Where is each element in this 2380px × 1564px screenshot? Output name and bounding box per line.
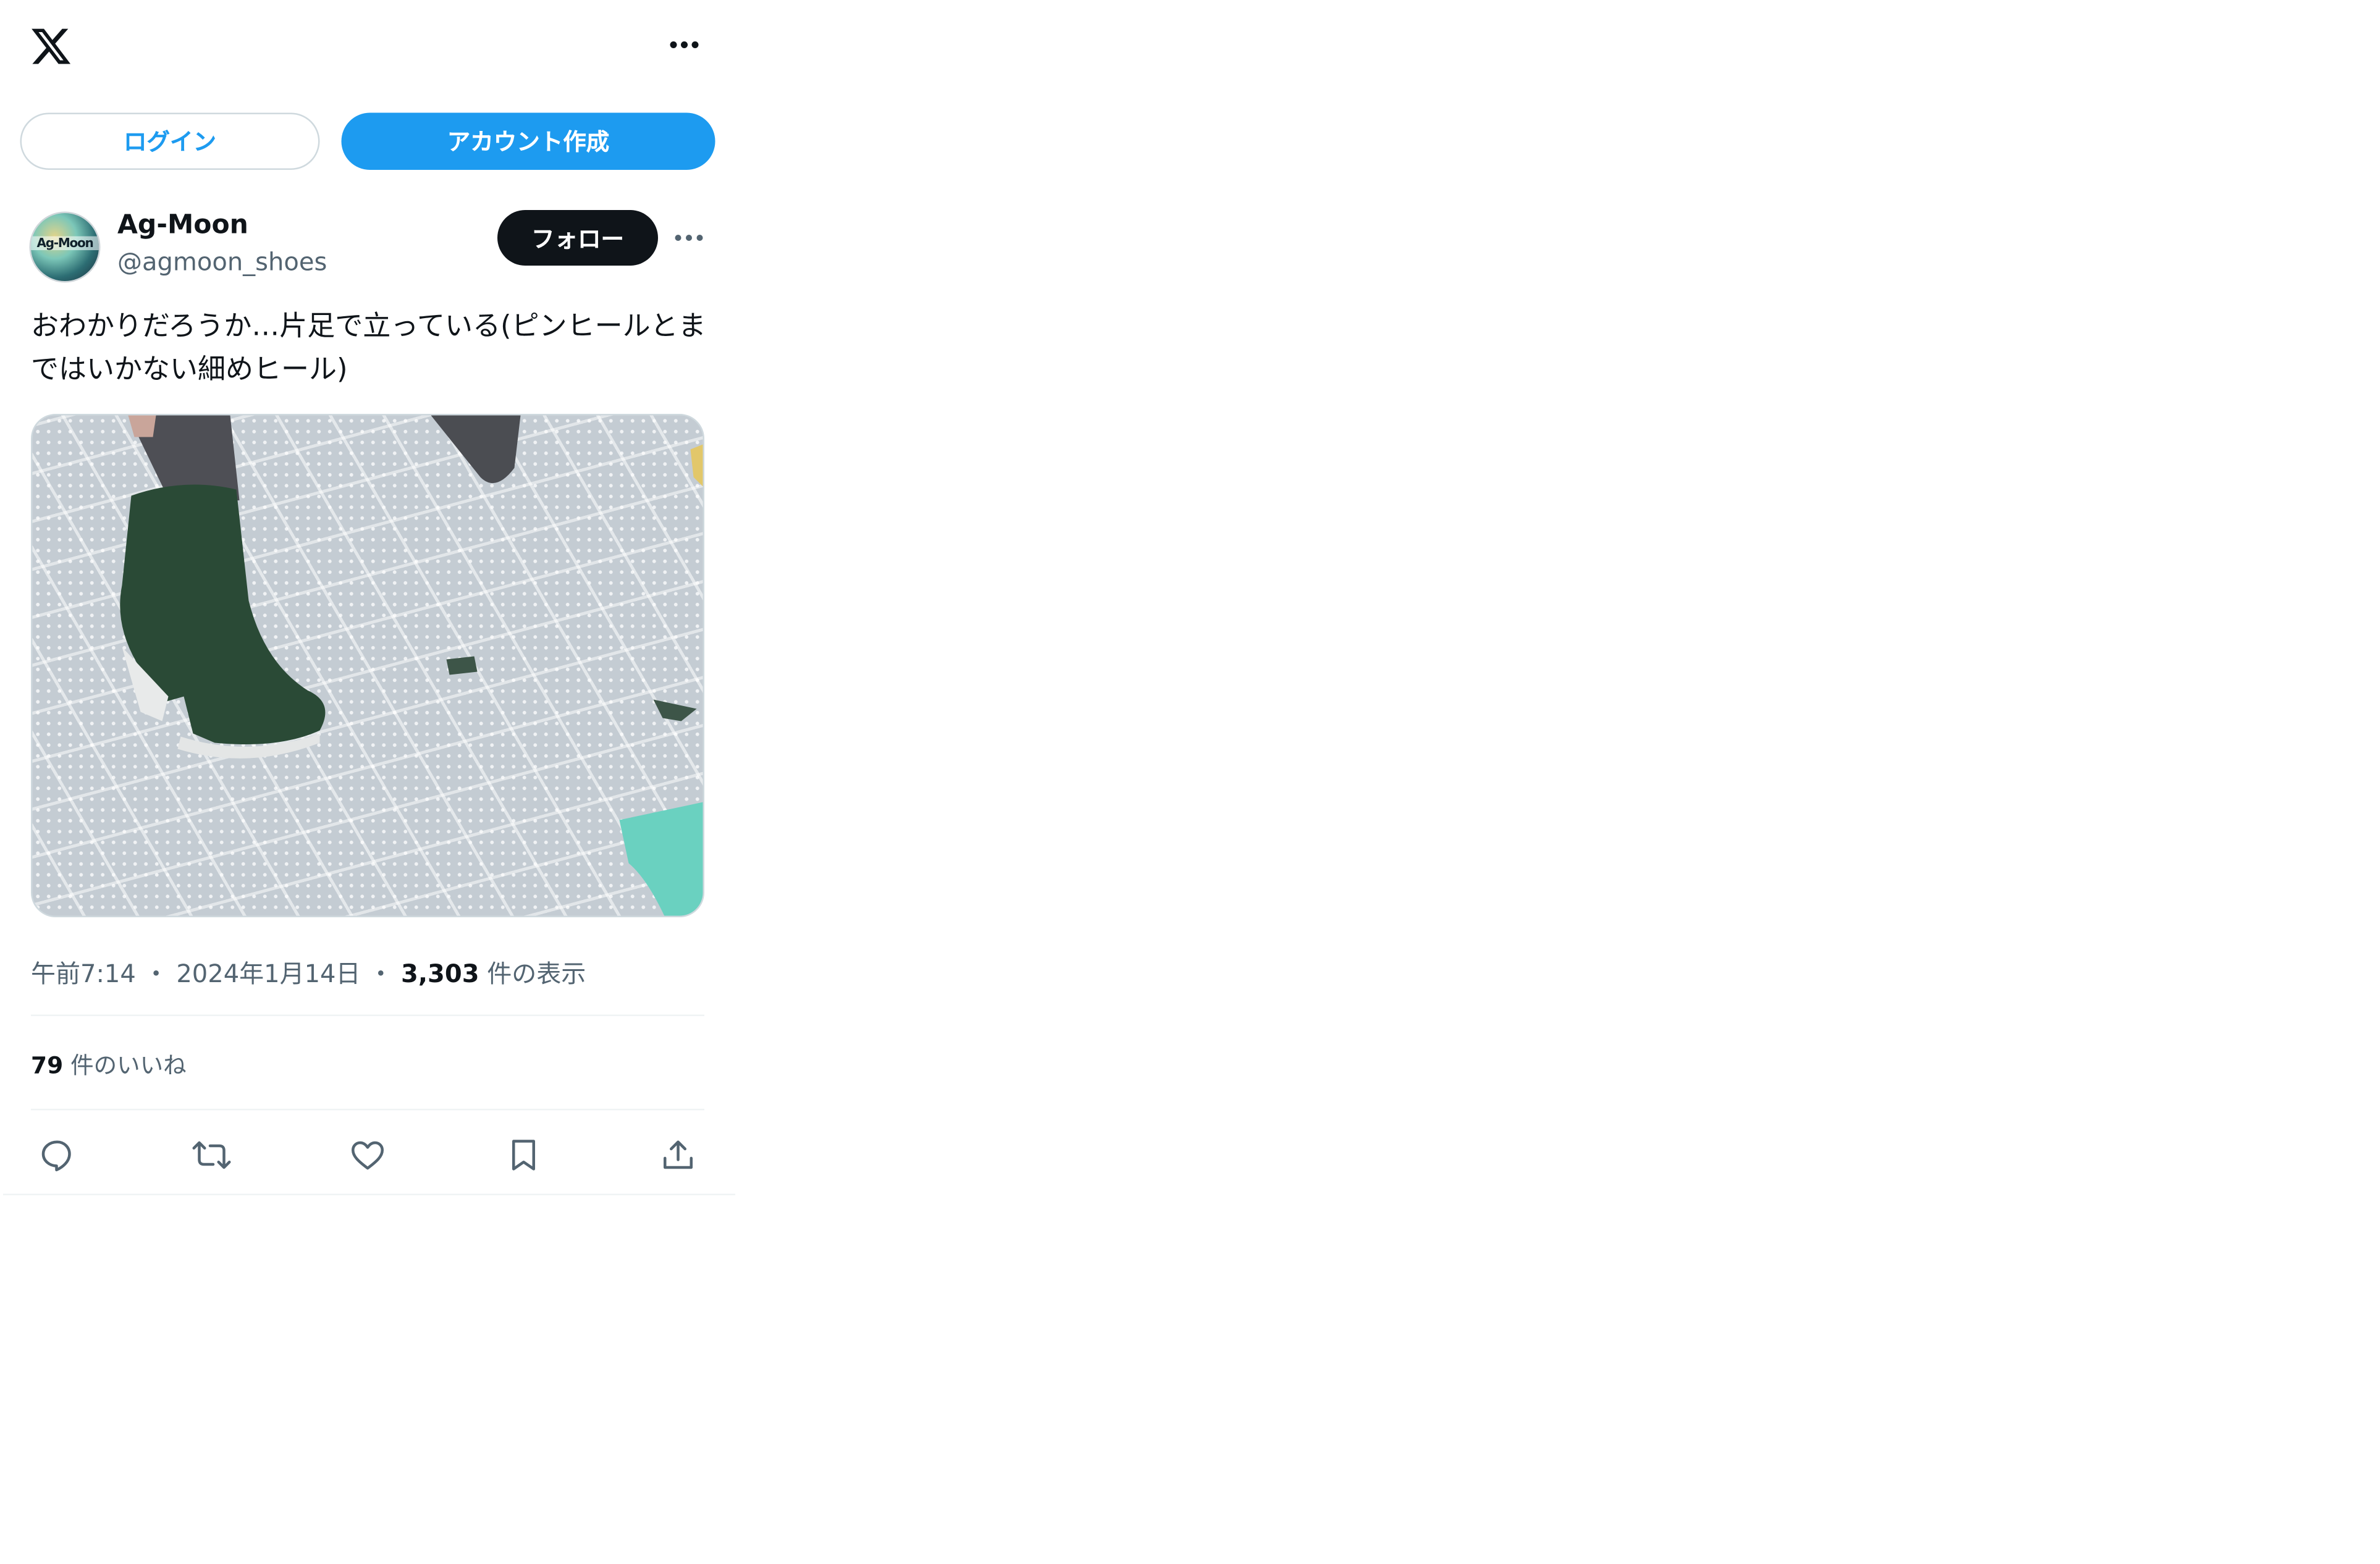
likes-label: 件のいいね <box>70 1051 187 1080</box>
top-bar <box>0 0 1823 96</box>
follow-button[interactable]: フォロー <box>497 210 658 266</box>
reply-icon[interactable] <box>36 1133 79 1177</box>
tweet-time[interactable]: 午前7:14 <box>31 959 136 989</box>
divider <box>31 1014 704 1016</box>
divider <box>31 1109 704 1111</box>
tweet-actions <box>31 1127 704 1183</box>
more-horizontal-icon[interactable] <box>661 28 707 62</box>
photo-illustration <box>120 415 703 916</box>
tweet-date[interactable]: 2024年1月14日 <box>176 959 360 989</box>
retweet-icon[interactable] <box>190 1133 234 1177</box>
x-logo-icon[interactable] <box>30 25 73 68</box>
author-handle[interactable]: @agmoon_shoes <box>117 247 327 277</box>
views-count: 3,303 <box>401 959 479 989</box>
tweet-text: おわかりだろうか…片足で立っている(ピンヒールとまではいかない細めヒール) <box>31 310 706 387</box>
avatar[interactable]: Ag-Moon <box>29 211 101 283</box>
author-name[interactable]: Ag-Moon <box>117 210 248 241</box>
more-options-icon[interactable] <box>667 221 711 255</box>
likes-summary[interactable]: 79 件のいいね <box>31 1049 187 1082</box>
login-button[interactable]: ログイン <box>20 112 320 170</box>
likes-count: 79 <box>31 1051 64 1080</box>
auth-buttons: ログイン アカウント作成 <box>20 112 715 172</box>
heart-icon[interactable] <box>346 1133 389 1177</box>
meta-separator: ・ <box>143 959 169 989</box>
avatar-logo-text: Ag-Moon <box>31 236 99 250</box>
bookmark-icon[interactable] <box>502 1133 546 1177</box>
page-root: ログイン アカウント作成 Ag-Moon Ag-Moon @agmoon_sho… <box>0 0 1823 1195</box>
tweet-bottom-border <box>3 1193 735 1195</box>
views-label: 件の表示 <box>487 959 586 989</box>
signup-button[interactable]: アカウント作成 <box>341 112 715 170</box>
meta-separator: ・ <box>368 959 394 989</box>
tweet-meta: 午前7:14 ・ 2024年1月14日 ・ 3,303 件の表示 <box>31 953 586 990</box>
tweet-photo[interactable] <box>31 414 704 917</box>
share-icon[interactable] <box>657 1133 700 1177</box>
